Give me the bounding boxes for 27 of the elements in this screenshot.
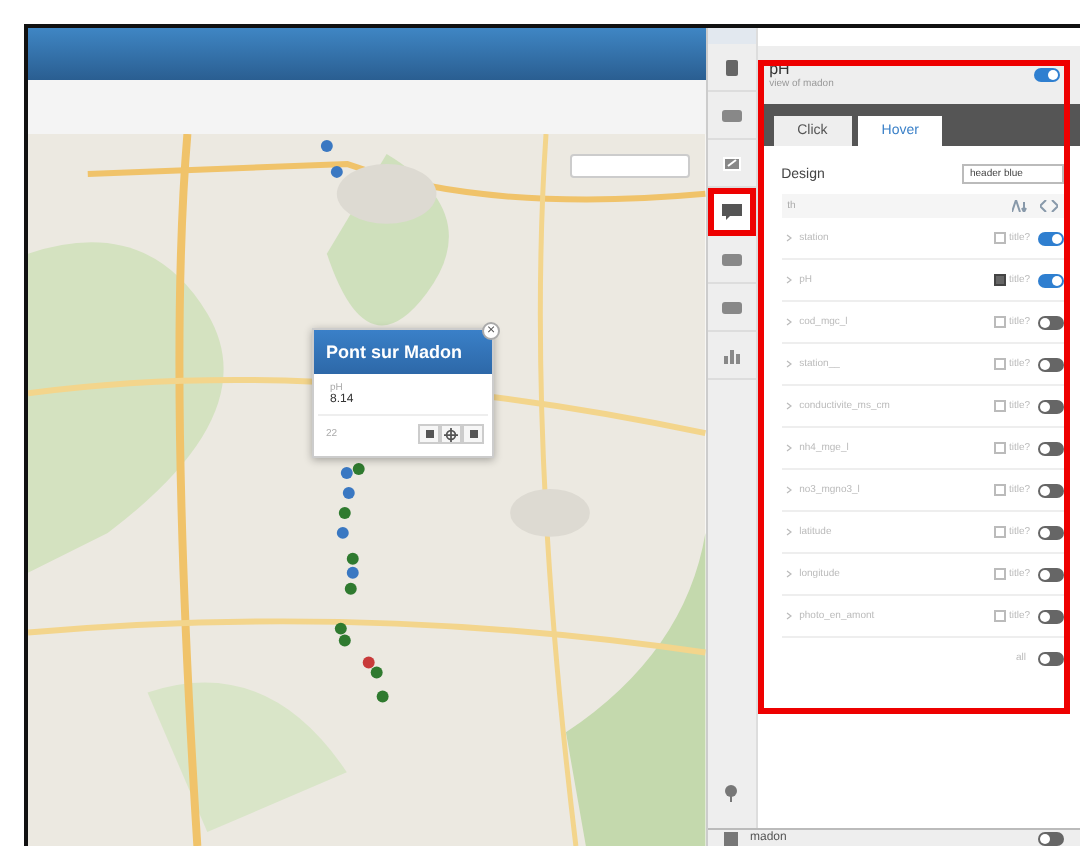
toggle-switch[interactable] (1038, 651, 1064, 665)
card-icon (721, 299, 742, 315)
toggle-switch[interactable] (1038, 567, 1064, 581)
popup-title: Pont sur Madon (314, 330, 492, 374)
layer-icon (724, 831, 738, 845)
square-button[interactable] (418, 424, 440, 444)
toggle-switch[interactable] (1034, 68, 1060, 82)
target-button[interactable] (440, 424, 462, 444)
search-field[interactable] (569, 154, 690, 178)
toggle-switch[interactable] (1038, 483, 1064, 497)
sidebar-tab[interactable] (707, 188, 756, 236)
toggle-switch[interactable] (1038, 357, 1064, 371)
chart-icon (721, 347, 742, 363)
toggle-switch[interactable] (1038, 273, 1064, 287)
toggle-switch[interactable] (1038, 831, 1064, 845)
toggle-switch[interactable] (1038, 399, 1064, 413)
code-icon[interactable] (1040, 200, 1058, 212)
comment-icon (721, 203, 742, 219)
delete-button[interactable] (462, 424, 484, 444)
toggle-switch[interactable] (1038, 231, 1064, 245)
sort-icon[interactable] (1012, 200, 1030, 212)
toggle-switch[interactable] (1038, 609, 1064, 623)
edit-icon (721, 155, 742, 171)
toggle-switch[interactable] (1038, 441, 1064, 455)
toggle-switch[interactable] (1038, 525, 1064, 539)
pin-icon (724, 784, 739, 802)
toggle-switch[interactable] (1038, 315, 1064, 329)
